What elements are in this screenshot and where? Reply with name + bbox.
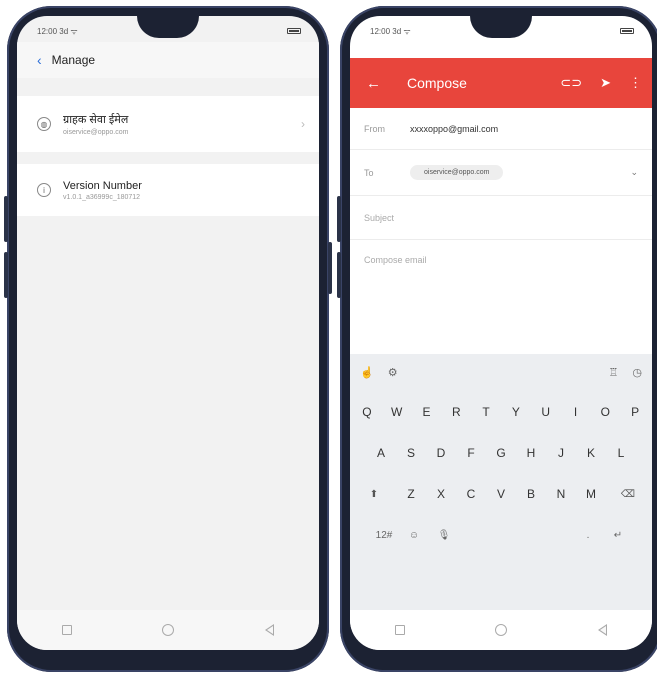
key[interactable]: V <box>487 475 515 513</box>
return-key[interactable]: ↵ <box>604 516 632 554</box>
volume-button <box>4 196 8 242</box>
power-button <box>328 242 332 294</box>
emoji-icon[interactable]: ☺ <box>400 516 428 554</box>
key[interactable]: R <box>442 393 471 431</box>
left-phone: 12:00 3d ᯤ ‹ Manage ◍ ग्राहक सेवा ईमेल o… <box>4 6 332 672</box>
attach-icon[interactable]: ⊂⊃ <box>560 75 582 91</box>
key[interactable]: Y <box>502 393 530 431</box>
keyboard-row-1: Q W E R T Y U I O P <box>350 393 652 431</box>
nav-bar <box>17 610 319 650</box>
back-triangle-icon[interactable] <box>597 624 607 636</box>
send-icon[interactable]: ➤ <box>600 75 611 91</box>
key[interactable]: Q <box>353 393 381 431</box>
key[interactable]: J <box>547 434 575 472</box>
list-item-version: i Version Number v1.0.1_a36999c_180712 <box>17 164 319 216</box>
key[interactable]: E <box>412 393 441 431</box>
key[interactable]: U <box>531 393 560 431</box>
volume-button <box>4 252 8 298</box>
item-subtitle: oiservice@oppo.com <box>63 129 129 136</box>
key[interactable]: D <box>427 434 455 472</box>
body-placeholder: Compose email <box>364 255 427 265</box>
key[interactable]: M <box>577 475 605 513</box>
back-triangle-icon[interactable] <box>264 624 274 636</box>
body-field[interactable]: Compose email <box>350 240 652 280</box>
from-field[interactable]: From xxxxoppo@gmail.com <box>350 108 652 150</box>
key[interactable]: O <box>591 393 620 431</box>
key[interactable]: C <box>457 475 485 513</box>
key[interactable]: W <box>382 393 411 431</box>
key[interactable]: B <box>517 475 545 513</box>
compose-app-bar: ← Compose ⊂⊃ ➤ ⋮ <box>350 58 652 108</box>
subject-placeholder: Subject <box>364 212 395 223</box>
theme-icon[interactable]: ♖ <box>609 366 619 379</box>
settings-icon[interactable]: ⚙ <box>388 366 398 379</box>
globe-icon: ◍ <box>37 117 51 131</box>
battery-icon <box>620 28 634 34</box>
volume-button <box>337 252 341 298</box>
status-time: 12:00 3d ᯤ <box>37 26 78 36</box>
period-key[interactable]: . <box>574 516 602 554</box>
more-icon[interactable]: ⋮ <box>629 75 642 91</box>
chevron-left-icon[interactable]: ‹ <box>37 52 42 68</box>
list-item-customer-email[interactable]: ◍ ग्राहक सेवा ईमेल oiservice@oppo.com › <box>17 96 319 152</box>
from-label: From <box>364 123 385 134</box>
key[interactable]: A <box>367 434 395 472</box>
battery-icon <box>287 28 301 34</box>
key[interactable]: K <box>577 434 605 472</box>
to-label: To <box>364 167 374 178</box>
subject-field[interactable]: Subject <box>350 196 652 240</box>
info-icon: i <box>37 183 51 197</box>
key[interactable]: H <box>517 434 545 472</box>
circle-icon[interactable] <box>495 624 508 636</box>
keyboard-row-2: A S D F G H J K L <box>350 434 652 472</box>
square-icon[interactable] <box>395 625 406 635</box>
nav-bar <box>350 610 652 650</box>
recipient-chip[interactable]: oiservice@oppo.com <box>410 165 504 180</box>
status-time: 12:00 3d ᯤ <box>370 26 411 36</box>
key[interactable]: F <box>457 434 485 472</box>
page-title: Manage <box>51 53 96 67</box>
key[interactable]: N <box>547 475 575 513</box>
from-value: xxxxoppo@gmail.com <box>410 123 499 134</box>
chevron-right-icon: › <box>301 117 305 131</box>
mic-icon[interactable]: 🎙 <box>430 516 458 554</box>
item-title: Version Number <box>63 179 142 192</box>
to-field[interactable]: To oiservice@oppo.com ⌄ <box>350 150 652 196</box>
backspace-icon[interactable]: ⌫ <box>607 475 649 513</box>
key[interactable]: X <box>427 475 455 513</box>
compose-title: Compose <box>407 75 467 91</box>
key[interactable]: I <box>561 393 590 431</box>
left-screen: 12:00 3d ᯤ ‹ Manage ◍ ग्राहक सेवा ईमेल o… <box>17 16 319 650</box>
chevron-down-icon[interactable]: ⌄ <box>630 167 638 178</box>
shift-icon[interactable]: ⬆ <box>353 475 395 513</box>
circle-icon[interactable] <box>162 624 175 636</box>
volume-button <box>337 196 341 242</box>
key[interactable]: S <box>397 434 425 472</box>
back-arrow-icon[interactable]: ← <box>366 75 381 92</box>
right-phone: 12:00 3d ᯤ ← Compose ⊂⊃ ➤ ⋮ From xxxxopp… <box>337 6 657 672</box>
square-icon[interactable] <box>62 625 73 635</box>
key[interactable]: P <box>621 393 649 431</box>
symbols-key[interactable]: 12# <box>370 516 398 554</box>
gesture-icon[interactable]: ☝ <box>360 366 374 379</box>
right-screen: 12:00 3d ᯤ ← Compose ⊂⊃ ➤ ⋮ From xxxxopp… <box>350 16 652 650</box>
manage-header: ‹ Manage <box>17 42 319 78</box>
key[interactable]: T <box>472 393 500 431</box>
keyboard-toolbar: ☝ ⚙ ♖ ◷ <box>350 354 652 390</box>
timer-icon[interactable]: ◷ <box>632 366 642 379</box>
item-subtitle: v1.0.1_a36999c_180712 <box>63 193 141 201</box>
keyboard-row-3: ⬆ Z X C V B N M ⌫ <box>350 475 652 513</box>
key[interactable]: L <box>607 434 635 472</box>
item-title: ग्राहक सेवा ईमेल <box>63 114 129 126</box>
key[interactable]: G <box>487 434 515 472</box>
keyboard: ☝ ⚙ ♖ ◷ Q W E R T Y U I O P A S D F G H … <box>350 354 652 610</box>
keyboard-row-4: 12# ☺ 🎙 . ↵ <box>350 516 652 554</box>
key[interactable]: Z <box>397 475 425 513</box>
space-key[interactable] <box>460 516 572 554</box>
